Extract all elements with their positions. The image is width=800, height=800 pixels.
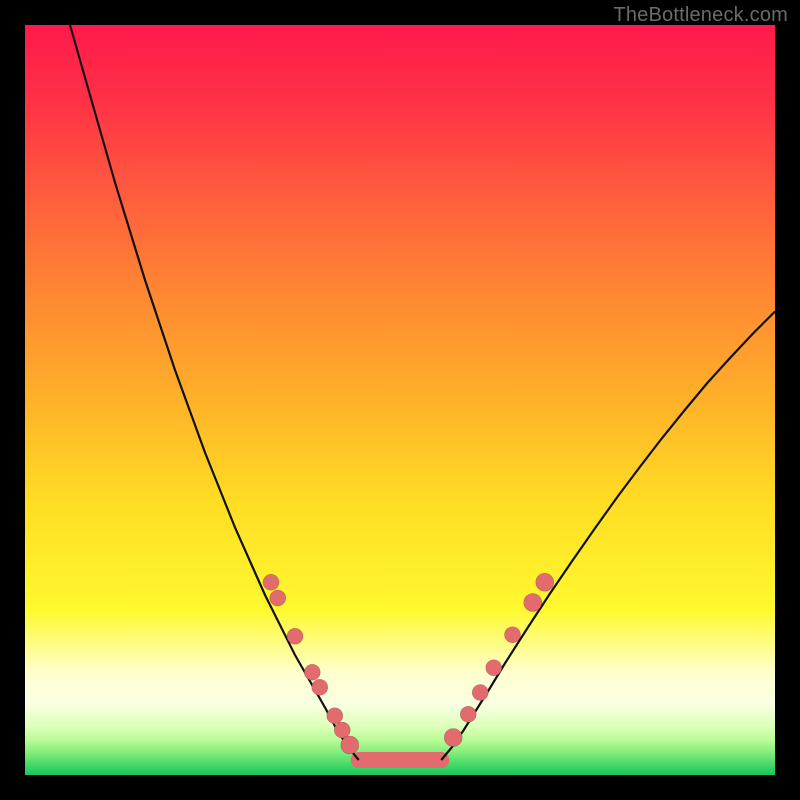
- curve-marker-dot: [304, 664, 320, 680]
- curve-marker-dot: [263, 574, 279, 590]
- curve-marker-dot: [536, 573, 554, 591]
- curve-marker-dot: [444, 729, 462, 747]
- watermark-text: TheBottleneck.com: [613, 4, 788, 27]
- curve-marker-dot: [524, 594, 542, 612]
- curve-marker-dot: [334, 722, 350, 738]
- bottleneck-curve-right: [441, 312, 775, 761]
- curve-marker-dot: [460, 706, 476, 722]
- curve-marker-dot: [341, 736, 359, 754]
- curve-marker-dot: [505, 627, 521, 643]
- curve-overlay: [25, 25, 775, 775]
- curve-marker-dot: [486, 660, 502, 676]
- chart-stage: TheBottleneck.com: [0, 0, 800, 800]
- curve-marker-dot: [312, 679, 328, 695]
- bottleneck-curve-left: [70, 25, 359, 760]
- curve-marker-dot: [327, 708, 343, 724]
- plot-area: [25, 25, 775, 775]
- curve-marker-dot: [472, 685, 488, 701]
- curve-marker-dot: [287, 628, 303, 644]
- curve-marker-dot: [270, 590, 286, 606]
